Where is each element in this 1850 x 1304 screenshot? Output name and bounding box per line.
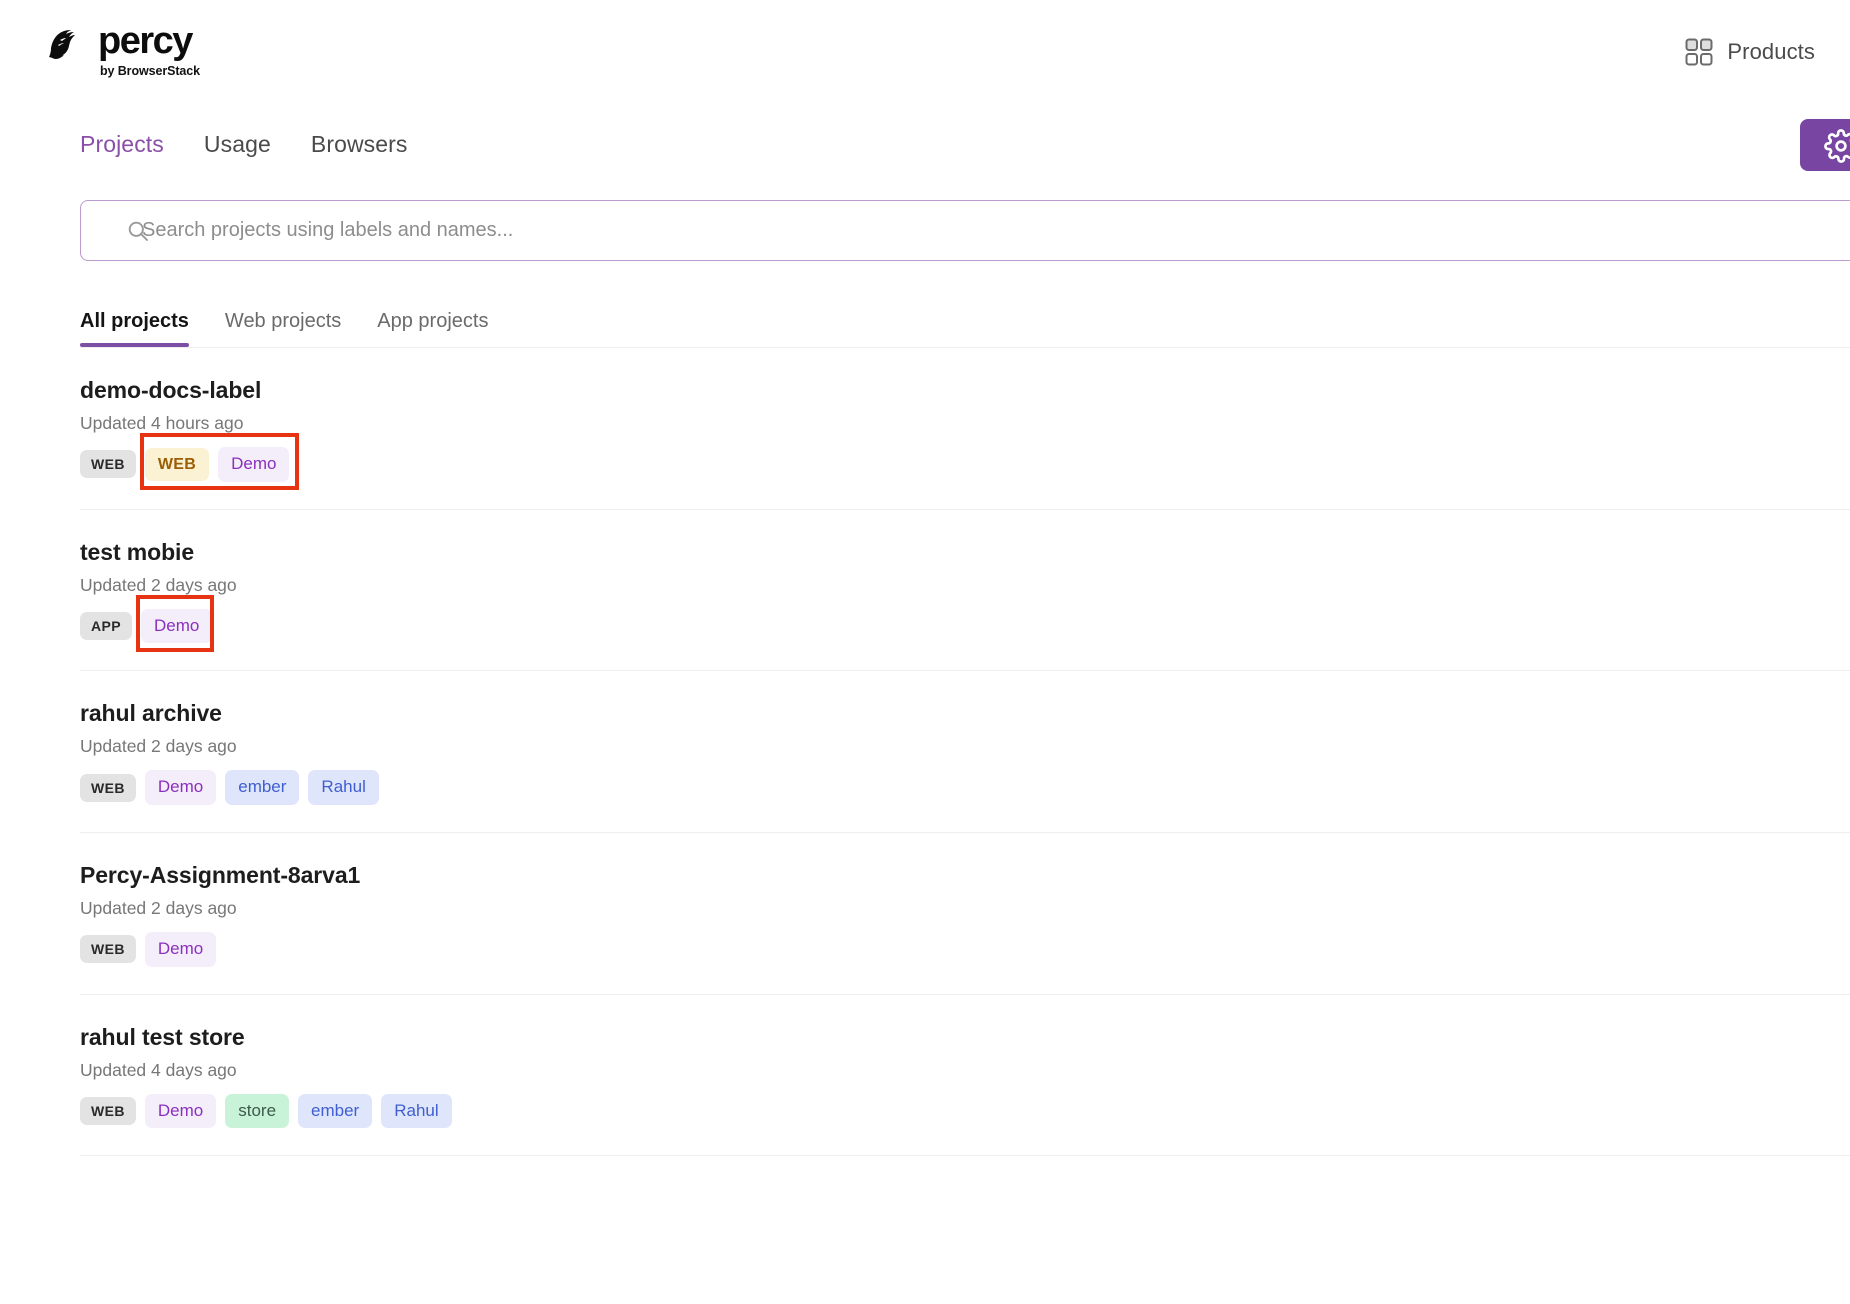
project-row[interactable]: demo-docs-labelUpdated 4 hours agoWEBWEB… [80,347,1850,510]
project-title[interactable]: test mobie [80,539,1850,566]
project-label-chip[interactable]: Rahul [381,1094,451,1129]
nav-item-projects[interactable]: Projects [80,131,164,158]
search-icon [104,220,126,242]
project-label-chip[interactable]: Demo [141,609,212,644]
project-row[interactable]: rahul test store Updated 4 days ago WEB Dem… [80,995,1850,1157]
project-updated-timestamp: Updated 4 days ago [80,1060,1850,1081]
app-header: percy by BrowserStack Products [0,0,1850,108]
percy-logo[interactable]: percy by BrowserStack [48,22,248,88]
project-title[interactable]: rahul test store [80,1024,1850,1051]
project-list: demo-docs-labelUpdated 4 hours agoWEBWEB… [80,347,1850,1156]
project-label-chip[interactable]: Demo [145,770,216,805]
project-label-chip[interactable]: ember [225,770,299,805]
project-chips: WEB Demo ember Rahul [80,770,1850,805]
platform-badge: WEB [80,450,136,478]
project-chips: APP Demo [80,609,1850,644]
products-button[interactable]: Products [1685,38,1815,66]
project-updated-timestamp: Updated 2 days ago [80,898,1850,919]
project-row[interactable]: Percy-Assignment-8arva1 Updated 2 days ag… [80,833,1850,995]
project-labels: Demo ember Rahul [145,770,379,805]
platform-badge: WEB [80,1097,136,1125]
project-chips: WEB Demo [80,932,1850,967]
project-filter-tabs: All projects Web projects App projects [80,303,1850,347]
percy-lion-logo-icon [48,24,92,60]
main-navigation: Projects Usage Browsers [0,108,1850,180]
project-updated-timestamp: Updated 2 days ago [80,575,1850,596]
search-section [0,180,1850,261]
tab-web-projects[interactable]: Web projects [225,310,341,347]
project-label-chip[interactable]: WEB [145,448,209,482]
platform-badge: WEB [80,774,136,802]
project-title[interactable]: rahul archive [80,700,1850,727]
settings-button[interactable] [1800,119,1850,171]
project-chips: WEB WEB Demo [80,447,1850,482]
project-label-chip[interactable]: ember [298,1094,372,1129]
project-updated-timestamp: Updated 2 days ago [80,736,1850,757]
project-labels: Demo [145,932,216,967]
tab-all-projects[interactable]: All projects [80,310,189,347]
gear-icon [1824,129,1850,163]
project-title[interactable]: demo-docs-label [80,377,1850,404]
project-row[interactable]: test mobie Updated 2 days ago APP Demo [80,510,1850,672]
project-title[interactable]: Percy-Assignment-8arva1 [80,862,1850,889]
grid-squares-icon [1685,38,1713,66]
project-labels: Demo [141,609,212,644]
search-input[interactable] [142,219,1850,242]
logo-tagline: by BrowserStack [100,64,248,78]
tab-app-projects[interactable]: App projects [377,310,488,347]
nav-item-usage[interactable]: Usage [204,131,271,158]
logo-wordmark: percy [98,22,192,62]
nav-item-browsers[interactable]: Browsers [311,131,408,158]
project-label-chip[interactable]: Demo [145,1094,216,1129]
project-updated-timestamp: Updated 4 hours ago [80,413,1850,434]
project-label-chip[interactable]: Demo [145,932,216,967]
project-labels: Demo store ember Rahul [145,1094,452,1129]
project-labels: WEB Demo [145,447,290,482]
platform-badge: WEB [80,935,136,963]
project-row[interactable]: rahul archive Updated 2 days ago WEB Demoem… [80,671,1850,833]
project-label-chip[interactable]: Demo [218,447,289,482]
search-box[interactable] [80,200,1850,261]
project-label-chip[interactable]: Rahul [308,770,378,805]
project-chips: WEB Demo store ember Rahul [80,1094,1850,1129]
project-label-chip[interactable]: store [225,1094,289,1129]
platform-badge: APP [80,612,132,640]
products-label: Products [1727,39,1815,65]
